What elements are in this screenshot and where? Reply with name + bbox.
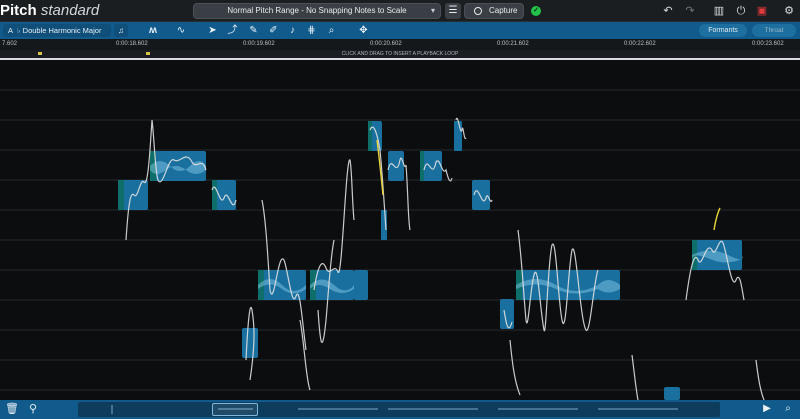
midi-keyboard-icon[interactable]: ▥ — [711, 3, 727, 19]
key-note: A — [8, 26, 14, 35]
redo-icon[interactable]: ↷ — [682, 3, 698, 19]
trash-icon[interactable]: 🗑 — [5, 402, 19, 416]
app-logo: Pitch standard — [0, 2, 99, 19]
title-bar: Pitch standard Normal Pitch Range - No S… — [0, 0, 800, 22]
scale-snap-icon[interactable]: ♫ — [114, 24, 128, 37]
power-icon[interactable]: ⏻ — [733, 3, 749, 19]
undo-icon[interactable]: ↶ — [660, 3, 676, 19]
zoom-tool-icon[interactable]: ⌕ — [324, 23, 339, 38]
note-blob — [454, 121, 462, 151]
pitch-tool-icon[interactable]: ⤴ — [225, 23, 240, 38]
key-scale-label: Double Harmonic Major — [22, 26, 102, 35]
loop-marker[interactable] — [146, 52, 150, 55]
note-blob — [664, 387, 680, 400]
overview-waveform — [111, 405, 678, 414]
zoom-icon[interactable]: ⌕ — [778, 402, 798, 416]
key-accidental: ♭ — [17, 26, 21, 35]
play-icon[interactable]: ▶ — [760, 402, 774, 416]
tool-bar: A ♭ Double Harmonic Major ♫ ʍ ∿ ➤ ⤴ ✎ ✐ ♪… — [0, 22, 800, 39]
chevron-down-icon: ▾ — [430, 6, 435, 15]
bottom-bar: 🗑 ⚲ ▶ ⌕ — [0, 400, 800, 419]
pitch-editor[interactable] — [0, 60, 800, 400]
note-blobs[interactable] — [118, 121, 742, 400]
pitch-range-dropdown[interactable]: Normal Pitch Range - No Snapping Notes t… — [193, 3, 441, 19]
capture-label: Capture — [489, 6, 518, 15]
ruler-tick: 0:00:20.602 — [370, 41, 402, 47]
brush-tool-icon[interactable]: ✐ — [266, 23, 281, 38]
pointer-tool-icon[interactable]: ➤ — [205, 23, 220, 38]
loop-hint: CLICK AND DRAG TO INSERT A PLAYBACK LOOP — [341, 51, 459, 57]
overview-viewport[interactable] — [212, 403, 258, 416]
ruler-tick: 0:00:21.602 — [497, 41, 529, 47]
record-dot-icon — [474, 7, 482, 15]
pencil-tool-icon[interactable]: ✎ — [246, 23, 261, 38]
app-edition: standard — [40, 2, 100, 19]
formants-button[interactable]: Formants — [699, 24, 747, 37]
vibrato-tool-icon[interactable]: ⋕ — [304, 23, 319, 38]
pitch-editor-canvas[interactable] — [0, 60, 800, 400]
app-name: Pitch — [0, 2, 37, 19]
pitch-grid — [0, 89, 800, 391]
ruler-tick: 0:00:23.602 — [752, 41, 784, 47]
key-scale-select[interactable]: A ♭ Double Harmonic Major — [3, 24, 111, 37]
ruler-tick: 7.602 — [2, 41, 18, 47]
ruler-tick: 0:00:19.602 — [243, 41, 275, 47]
note-blob — [242, 328, 258, 358]
record-icon[interactable]: ▣ — [754, 3, 770, 19]
settings-icon[interactable]: ⚙ — [781, 3, 797, 19]
status-ok-icon: ✓ — [531, 6, 541, 16]
note-waveforms — [150, 161, 743, 294]
formant-tool-icon[interactable]: ♪ — [285, 23, 300, 38]
loop-marker[interactable] — [38, 52, 42, 55]
note-blob — [388, 151, 404, 181]
note-blob — [354, 270, 368, 300]
note-blob — [472, 180, 490, 210]
capture-button[interactable]: Capture — [464, 3, 524, 19]
ruler-tick: 0:00:22.602 — [624, 41, 656, 47]
playback-loop-bar[interactable]: CLICK AND DRAG TO INSERT A PLAYBACK LOOP — [0, 50, 800, 58]
throat-button[interactable]: Throat — [752, 24, 796, 37]
pitch-range-label: Normal Pitch Range - No Snapping Notes t… — [227, 6, 407, 15]
ruler-tick: 0:00:18.602 — [116, 41, 148, 47]
split-tool-icon[interactable]: ⚲ — [26, 402, 40, 416]
mixer-icon[interactable]: ☰ — [445, 3, 461, 19]
timeline-ruler[interactable]: 7.602 0:00:18.602 0:00:19.602 0:00:20.60… — [0, 39, 800, 50]
scroll-tool-icon[interactable]: ✥ — [356, 23, 371, 38]
app-window: Pitch standard Normal Pitch Range - No S… — [0, 0, 800, 419]
overview-strip[interactable] — [78, 402, 720, 417]
waveform-icon[interactable]: ∿ — [171, 23, 191, 38]
auto-mode-icon[interactable]: ʍ — [143, 23, 163, 38]
pitch-curves — [125, 117, 765, 400]
